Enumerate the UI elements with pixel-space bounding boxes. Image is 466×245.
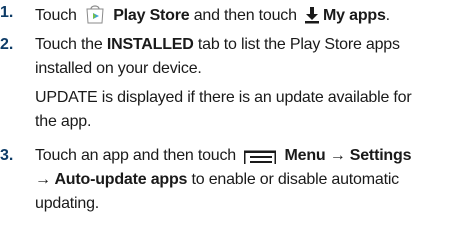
text: UPDATE is displayed if there is an updat… xyxy=(35,89,412,106)
text: to enable or disable automatic xyxy=(191,171,400,188)
text: Touch an app and then touch xyxy=(35,147,236,164)
step-2-line-1: Touch the INSTALLED tab to list the Play… xyxy=(35,36,400,54)
step-number: 2. xyxy=(0,36,14,53)
menu-icon xyxy=(243,150,277,169)
auto-update-path: → Auto-update apps xyxy=(35,171,188,188)
step-3-line-1: Touch an app and then touch Menu → Setti… xyxy=(35,147,411,169)
step-number: 1. xyxy=(0,4,14,21)
play-store-icon xyxy=(84,4,106,29)
text: tab to list the Play Store apps xyxy=(197,36,400,53)
text: the app. xyxy=(35,113,92,130)
step-1-line-1: Touch Play Store and then touch My apps. xyxy=(35,4,390,29)
download-icon xyxy=(304,6,320,29)
my-apps-label: My apps xyxy=(323,7,386,24)
step-number: 3. xyxy=(0,147,14,164)
installed-tab-label: INSTALLED xyxy=(106,36,194,53)
text: Touch xyxy=(35,7,77,24)
text: Touch the xyxy=(35,36,103,53)
text: updating. xyxy=(35,195,100,212)
step-3-line-2: → Auto-update apps to enable or disable … xyxy=(35,171,399,189)
step-2-line-3: UPDATE is displayed if there is an updat… xyxy=(35,89,412,107)
step-2-line-4: the app. xyxy=(35,113,91,131)
step-2-line-2: installed on your device. xyxy=(35,60,202,78)
text: installed on your device. xyxy=(35,60,202,77)
text: . xyxy=(385,7,390,24)
step-3-line-3: updating. xyxy=(35,195,99,213)
text: and then touch xyxy=(193,7,297,24)
menu-settings-path: Menu → Settings xyxy=(284,147,412,164)
play-store-label: Play Store xyxy=(113,7,190,24)
instructions: 1. Touch Play Store and then touch My ap… xyxy=(0,0,466,245)
